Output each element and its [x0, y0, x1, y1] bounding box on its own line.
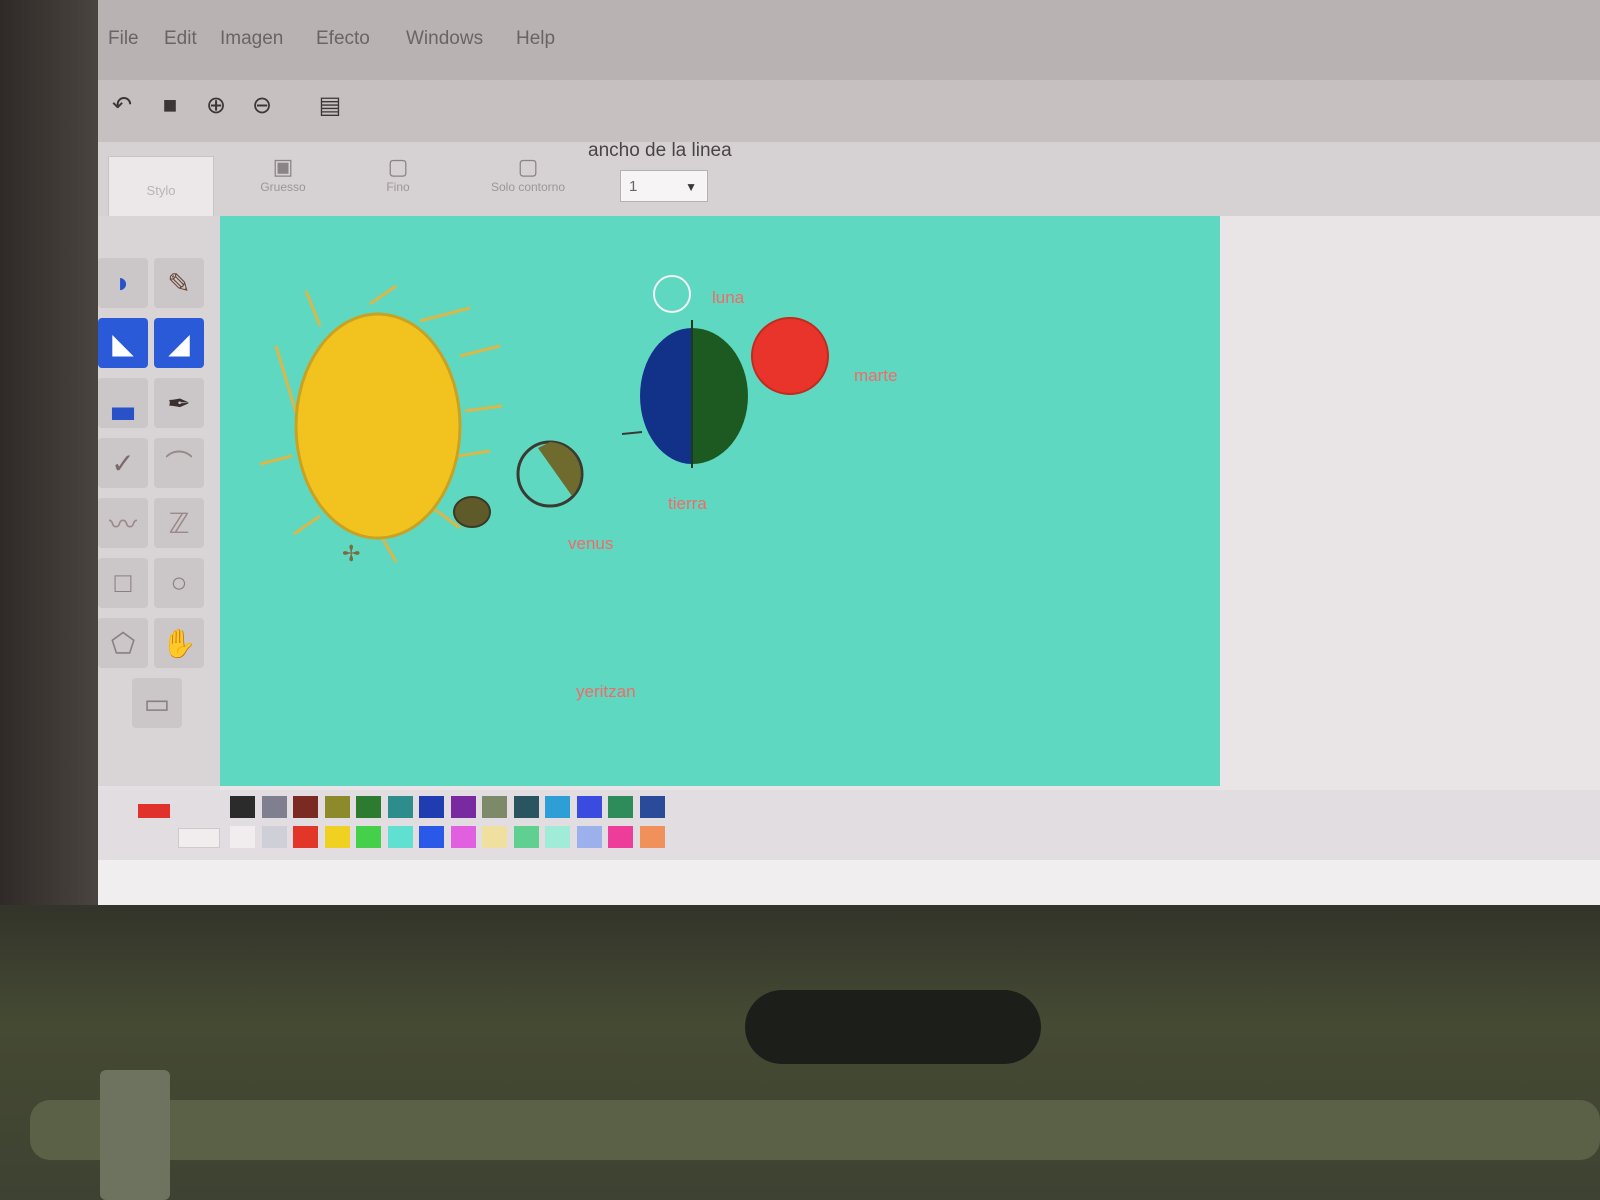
curve-icon[interactable]: ℤ — [154, 498, 204, 548]
status-bar — [98, 860, 1600, 905]
palette-swatch[interactable] — [356, 826, 381, 848]
sun — [294, 312, 462, 540]
palette-swatch[interactable] — [482, 796, 507, 818]
label-yeritzan: yeritzan — [576, 682, 636, 701]
earth-blue-half — [640, 328, 692, 464]
zoom-in-icon[interactable]: ⊕ — [202, 92, 230, 120]
toolbox: ◗ ✎ ◣ ◢ ▃ ✒ ✓ ⌒ 〰 ℤ □ ○ ⬠ ✋ ▭ — [98, 216, 220, 786]
palette-swatch[interactable] — [450, 796, 476, 818]
line-width-value: 1 — [629, 178, 638, 195]
select-free-icon[interactable]: ◢ — [154, 318, 204, 368]
palette-swatch[interactable] — [419, 826, 444, 848]
palette-swatch[interactable] — [608, 796, 633, 818]
palette-swatch[interactable] — [230, 796, 255, 818]
moon — [653, 275, 691, 313]
label-tierra: tierra — [668, 494, 707, 513]
paint-bucket-icon[interactable]: ◗ — [98, 258, 148, 308]
eraser-icon[interactable]: ✓ — [98, 438, 148, 488]
outline-icon: ▢ — [517, 154, 539, 179]
background-color[interactable] — [178, 828, 220, 848]
polygon-icon[interactable]: ⬠ — [98, 618, 148, 668]
laptop-logo-badge — [745, 990, 1041, 1064]
laptop-bezel-left — [0, 0, 100, 920]
color-picker-icon[interactable]: ✋ — [154, 618, 204, 668]
drawing-canvas[interactable]: ✢ luna marte tierra venus yeritzan — [220, 216, 1220, 786]
line-width-label: ancho de la linea — [588, 140, 732, 161]
canvas-area: ✢ luna marte tierra venus yeritzan — [220, 216, 1600, 790]
menu-efecto[interactable]: Efecto — [316, 28, 370, 50]
menu-file[interactable]: File — [108, 28, 139, 50]
palette-swatch[interactable] — [387, 796, 413, 818]
line-icon[interactable]: 〰 — [98, 498, 148, 548]
palette-swatch[interactable] — [293, 826, 318, 848]
palette-swatch[interactable] — [450, 826, 476, 848]
earth-green-half — [692, 328, 748, 464]
label-venus: venus — [568, 534, 614, 553]
outline-label: Solo contorno — [490, 180, 566, 194]
label-luna: luna — [712, 288, 745, 307]
zoom-out-icon[interactable]: ⊖ — [248, 92, 276, 120]
brush-icon[interactable]: ✒ — [154, 378, 204, 428]
fill-icon[interactable]: ▃ — [98, 378, 148, 428]
chevron-down-icon: ▼ — [685, 180, 697, 194]
open-icon[interactable]: ■ — [156, 92, 184, 120]
line-width-select[interactable]: 1 ▼ — [620, 170, 708, 202]
select-icon[interactable]: ◣ — [98, 318, 148, 368]
palette-swatch[interactable] — [608, 826, 633, 848]
palette-swatch[interactable] — [639, 826, 665, 848]
thin-icon: ▢ — [387, 154, 409, 179]
rectangle-icon[interactable]: □ — [98, 558, 148, 608]
menu-help[interactable]: Help — [516, 28, 555, 50]
palette-swatch[interactable] — [387, 826, 413, 848]
airbrush-icon[interactable]: ⌒ — [154, 438, 204, 488]
outline-button[interactable]: ▢ Solo contorno — [468, 154, 588, 214]
print-icon[interactable]: ▤ — [316, 92, 344, 120]
palette-swatch[interactable] — [513, 826, 539, 848]
palette-swatch[interactable] — [356, 796, 381, 818]
laptop-hinge — [30, 1100, 1600, 1160]
thick-button[interactable]: ▣ Gruesso — [238, 154, 328, 214]
ellipse-icon[interactable]: ○ — [154, 558, 204, 608]
palette-swatch[interactable] — [230, 826, 255, 848]
undo-icon[interactable]: ↶ — [108, 92, 136, 120]
palette-swatch[interactable] — [419, 796, 444, 818]
thick-label: Gruesso — [260, 180, 306, 194]
palette-swatch[interactable] — [293, 796, 318, 818]
palette-swatch[interactable] — [261, 826, 287, 848]
thin-button[interactable]: ▢ Fino — [358, 154, 438, 214]
mercury — [453, 496, 491, 528]
menu-edit[interactable]: Edit — [164, 28, 197, 50]
menu-bar: File Edit Imagen Efecto Windows Help — [98, 0, 1600, 80]
color-palette — [98, 790, 1600, 860]
palette-swatch[interactable] — [639, 796, 665, 818]
thin-label: Fino — [386, 180, 410, 194]
palette-swatch[interactable] — [324, 796, 350, 818]
thick-icon: ▣ — [272, 154, 294, 179]
current-color[interactable] — [138, 804, 170, 818]
palette-swatch[interactable] — [545, 826, 570, 848]
palette-swatch[interactable] — [261, 796, 287, 818]
palette-swatch[interactable] — [324, 826, 350, 848]
paint-window: File Edit Imagen Efecto Windows Help ↶ ■… — [98, 0, 1600, 905]
laptop-latch — [100, 1070, 170, 1200]
text-icon[interactable]: ▭ — [132, 678, 182, 728]
menu-imagen[interactable]: Imagen — [220, 28, 283, 50]
mars — [751, 317, 829, 395]
palette-swatch[interactable] — [513, 796, 539, 818]
cursor-mark: ✢ — [342, 541, 360, 566]
palette-swatch[interactable] — [576, 826, 602, 848]
palette-swatch[interactable] — [545, 796, 570, 818]
pencil-icon[interactable]: ✎ — [154, 258, 204, 308]
palette-swatch[interactable] — [482, 826, 507, 848]
label-marte: marte — [854, 366, 898, 385]
menu-windows[interactable]: Windows — [406, 28, 483, 50]
palette-swatch[interactable] — [576, 796, 602, 818]
